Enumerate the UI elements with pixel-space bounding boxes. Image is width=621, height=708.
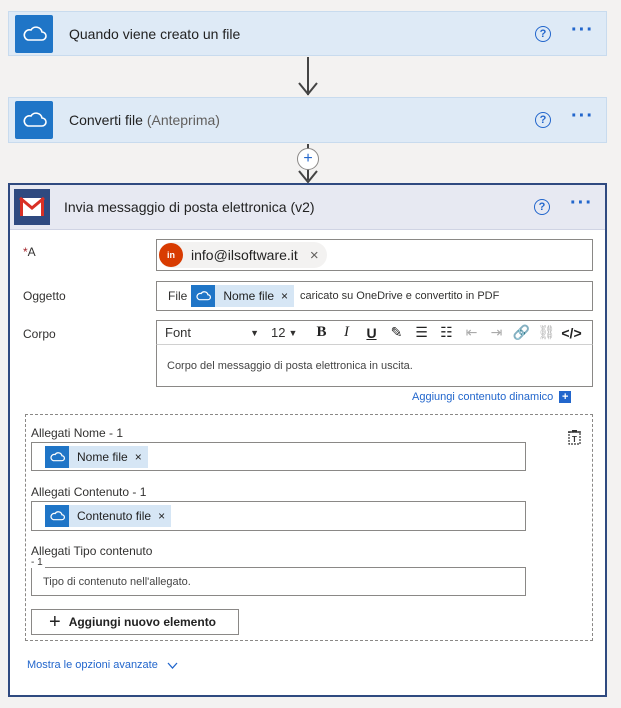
decrease-indent-icon[interactable]: ⇤ bbox=[459, 324, 484, 341]
dynamic-token-contenuto-file[interactable]: Contenuto file × bbox=[45, 505, 172, 527]
subject-suffix: caricato su OneDrive e convertito in PDF bbox=[300, 290, 500, 302]
add-step-icon[interactable]: + bbox=[297, 148, 319, 170]
link-icon[interactable]: 🔗 bbox=[509, 324, 534, 341]
dropdown-arrow-icon: ▼ bbox=[250, 327, 259, 338]
numbered-list-icon[interactable]: ☷ bbox=[434, 324, 459, 341]
increase-indent-icon[interactable]: ⇥ bbox=[484, 324, 509, 341]
send-email-header[interactable]: Invia messaggio di posta elettronica (v2… bbox=[10, 185, 605, 230]
token-label: Contenuto file bbox=[77, 509, 152, 523]
remove-token-icon[interactable]: × bbox=[281, 289, 288, 303]
attachments-array: T Allegati Nome - 1 Nome file × Allegati… bbox=[25, 414, 593, 641]
font-select-value: Font bbox=[165, 325, 192, 340]
arrow-head-icon bbox=[298, 82, 318, 96]
attachment-type-field[interactable]: Tipo di contenuto nell'allegato. bbox=[31, 567, 526, 596]
show-advanced-options-text: Mostra le opzioni avanzate bbox=[27, 659, 158, 671]
attachment-name-label: Allegati Nome - 1 bbox=[31, 426, 124, 440]
trigger-title: Quando viene creato un file bbox=[69, 25, 241, 42]
bold-icon[interactable]: B bbox=[309, 324, 334, 341]
attachment-type-label: Allegati Tipo contenuto bbox=[31, 544, 153, 558]
arrow-head-icon bbox=[298, 170, 318, 184]
subject-field[interactable]: File Nome file × caricato su OneDrive e … bbox=[156, 281, 593, 311]
help-icon[interactable]: ? bbox=[535, 112, 552, 128]
highlight-icon[interactable]: ✎ bbox=[384, 324, 409, 341]
add-new-item-label: Aggiungi nuovo elemento bbox=[68, 615, 217, 629]
more-options-icon[interactable]: ··· bbox=[571, 20, 594, 43]
send-email-title: Invia messaggio di posta elettronica (v2… bbox=[64, 199, 315, 215]
add-new-item-button[interactable]: + Aggiungi nuovo elemento bbox=[31, 609, 239, 635]
unlink-icon[interactable]: ⛓ bbox=[534, 324, 559, 341]
chevron-down-icon bbox=[167, 662, 178, 669]
to-label: *A bbox=[23, 245, 36, 259]
convert-title-text: Converti file bbox=[69, 112, 143, 128]
body-field[interactable]: Corpo del messaggio di posta elettronica… bbox=[156, 345, 593, 387]
attachment-type-placeholder: Tipo di contenuto nell'allegato. bbox=[43, 575, 191, 588]
onedrive-icon bbox=[45, 445, 69, 468]
svg-text:T: T bbox=[572, 435, 577, 444]
onedrive-icon bbox=[191, 285, 216, 307]
body-placeholder: Corpo del messaggio di posta elettronica… bbox=[167, 359, 413, 372]
convert-subtitle: (Anteprima) bbox=[146, 112, 220, 128]
help-icon[interactable]: ? bbox=[535, 25, 552, 42]
subject-label: Oggetto bbox=[23, 289, 66, 303]
underline-icon[interactable]: U bbox=[359, 325, 384, 341]
size-select[interactable]: 12 ▼ bbox=[267, 325, 309, 340]
send-email-card[interactable]: Invia messaggio di posta elettronica (v2… bbox=[8, 183, 607, 697]
onedrive-icon bbox=[15, 101, 53, 139]
token-label: Nome file bbox=[223, 289, 275, 303]
add-dynamic-content-text: Aggiungi contenuto dinamico bbox=[412, 391, 554, 403]
remove-recipient-icon[interactable]: × bbox=[310, 247, 319, 264]
token-label: Nome file bbox=[77, 449, 128, 464]
font-select[interactable]: Font ▼ bbox=[157, 325, 267, 340]
attachment-name-field[interactable]: Nome file × bbox=[31, 442, 526, 471]
onedrive-icon bbox=[45, 505, 69, 527]
subject-prefix: File bbox=[168, 289, 188, 303]
dynamic-token-nome-file[interactable]: Nome file × bbox=[45, 445, 148, 468]
italic-icon[interactable]: I bbox=[334, 324, 359, 341]
add-dynamic-content-link[interactable]: Aggiungi contenuto dinamico + bbox=[412, 391, 572, 403]
dynamic-token-nome-file[interactable]: Nome file × bbox=[191, 285, 295, 307]
delete-item-icon[interactable]: T bbox=[567, 429, 582, 450]
to-label-text: A bbox=[27, 245, 36, 259]
attachment-type-label-index: - 1 bbox=[31, 557, 45, 568]
body-label: Corpo bbox=[23, 327, 56, 341]
attachment-content-field[interactable]: Contenuto file × bbox=[31, 501, 526, 531]
avatar: in bbox=[159, 243, 183, 267]
onedrive-icon bbox=[15, 14, 53, 53]
rich-text-toolbar: Font ▼ 12 ▼ B I U ✎ ☰ ☷ ⇤ ⇥ 🔗 ⛓ </> bbox=[156, 320, 593, 345]
gmail-icon bbox=[14, 189, 50, 225]
plus-icon: + bbox=[559, 391, 572, 403]
more-options-icon[interactable]: ··· bbox=[571, 106, 594, 129]
remove-token-icon[interactable]: × bbox=[135, 450, 142, 464]
recipient-email: info@ilsoftware.it bbox=[191, 247, 298, 263]
show-advanced-options-link[interactable]: Mostra le opzioni avanzate bbox=[27, 659, 178, 671]
trigger-card[interactable]: Quando viene creato un file ? ··· bbox=[8, 11, 607, 56]
plus-icon: + bbox=[49, 611, 61, 633]
dropdown-arrow-icon: ▼ bbox=[288, 327, 298, 338]
size-select-value: 12 bbox=[271, 325, 286, 340]
more-options-icon[interactable]: ··· bbox=[570, 193, 593, 216]
bulleted-list-icon[interactable]: ☰ bbox=[409, 324, 434, 341]
convert-file-card[interactable]: Converti file (Anteprima) ? ··· bbox=[8, 97, 607, 143]
attachment-content-label: Allegati Contenuto - 1 bbox=[31, 485, 147, 499]
help-icon[interactable]: ? bbox=[534, 199, 551, 215]
remove-token-icon[interactable]: × bbox=[158, 509, 165, 523]
code-view-icon[interactable]: </> bbox=[559, 325, 584, 341]
convert-title: Converti file (Anteprima) bbox=[69, 112, 535, 128]
to-field[interactable]: in info@ilsoftware.it × bbox=[156, 239, 593, 271]
recipient-chip[interactable]: in info@ilsoftware.it × bbox=[159, 242, 327, 268]
